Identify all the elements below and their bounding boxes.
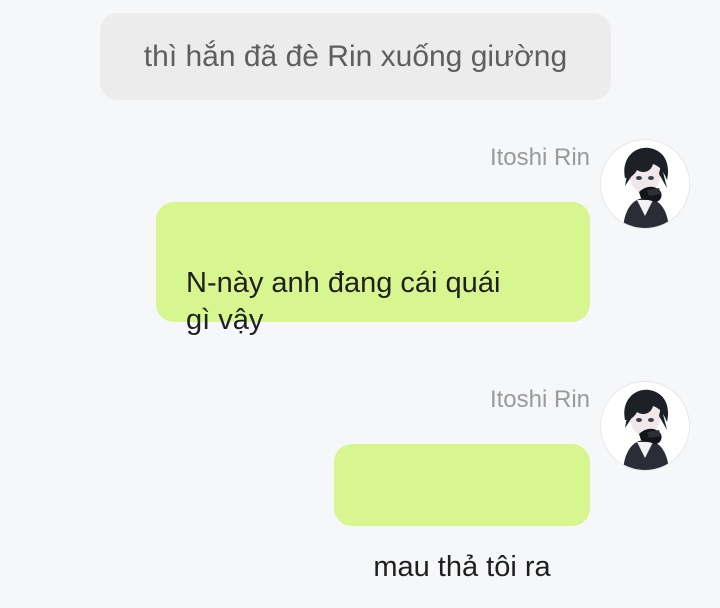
sender-name: Itoshi Rin xyxy=(489,386,590,413)
message-text: N-này anh đang cái quái gì vậy xyxy=(186,267,501,336)
narration-bubble: thì hắn đã đè Rin xuống giường xyxy=(100,13,611,100)
character-avatar-icon xyxy=(601,140,689,228)
avatar[interactable] xyxy=(601,140,689,228)
message-bubble[interactable]: N-này anh đang cái quái gì vậy xyxy=(156,202,590,336)
message-bubble[interactable]: mau thả tôi ra xyxy=(334,444,590,583)
message-text: mau thả tôi ra xyxy=(373,551,551,583)
narration-text: thì hắn đã đè Rin xuống giường xyxy=(143,40,568,73)
character-avatar-icon xyxy=(601,382,689,470)
avatar[interactable] xyxy=(601,382,689,470)
sender-name: Itoshi Rin xyxy=(489,144,590,171)
